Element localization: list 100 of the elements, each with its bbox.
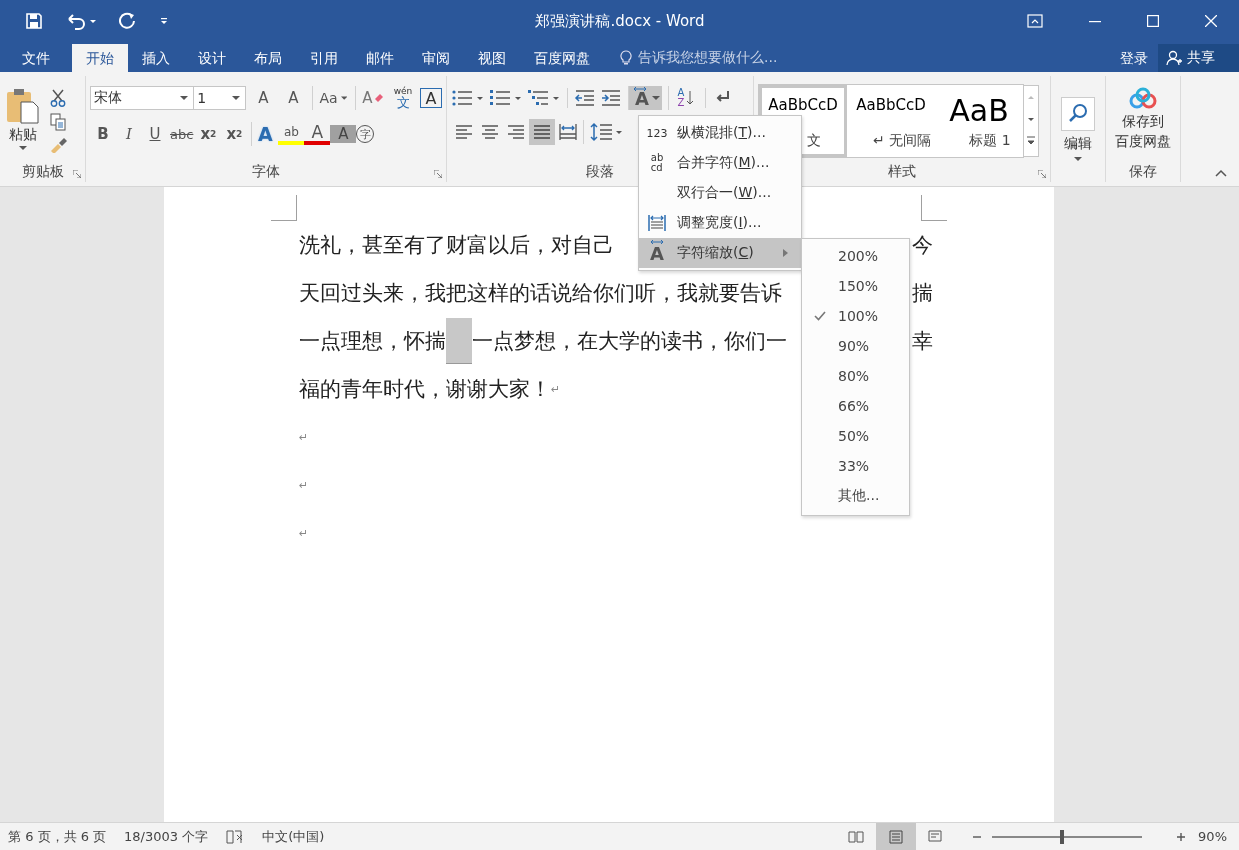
- grow-font-button[interactable]: A: [250, 86, 277, 110]
- menu-item[interactable]: 150%: [802, 271, 909, 301]
- share-button[interactable]: 共享: [1158, 44, 1239, 72]
- multilevel-list-icon[interactable]: [527, 88, 561, 108]
- document-text: 福的青年时代，谢谢大家！: [299, 376, 551, 403]
- print-view-button[interactable]: [876, 823, 917, 850]
- slider-thumb[interactable]: [1059, 829, 1064, 844]
- clear-formatting-button[interactable]: A: [355, 86, 386, 110]
- person-icon: [1166, 50, 1182, 66]
- down-arrow-icon: [686, 90, 695, 106]
- dialog-launcher-icon[interactable]: [1038, 170, 1046, 178]
- ribbon-tab[interactable]: 开始: [72, 44, 128, 72]
- collapse-ribbon-icon[interactable]: [1215, 169, 1227, 177]
- scissors-icon[interactable]: [50, 89, 66, 107]
- lightbulb-icon: [620, 50, 632, 66]
- document-text: 洗礼，甚至有了财富以后，对自己: [299, 232, 614, 259]
- search-icon: [1061, 96, 1095, 131]
- asian-layout-button[interactable]: A: [628, 86, 662, 110]
- proofing-icon[interactable]: [226, 829, 245, 844]
- align-justify-icon[interactable]: [529, 119, 555, 145]
- numbered-list-icon[interactable]: [489, 88, 523, 108]
- underline-button[interactable]: U: [142, 122, 168, 146]
- highlight-button[interactable]: ab: [278, 123, 305, 145]
- superscript-button[interactable]: x$^{2}$: [221, 122, 253, 146]
- menu-item[interactable]: 200%: [802, 241, 909, 271]
- ribbon-tab[interactable]: 文件: [0, 44, 72, 72]
- dialog-launcher-icon[interactable]: [73, 170, 81, 178]
- save-to-cloud-button[interactable]: 保存到 百度网盘: [1115, 87, 1171, 151]
- ribbon-tab[interactable]: 引用: [296, 44, 352, 72]
- editing-button[interactable]: 编辑: [1061, 96, 1095, 162]
- word-count[interactable]: 18/3003 个字: [124, 827, 209, 846]
- language-indicator[interactable]: 中文(中国): [262, 827, 325, 846]
- ribbon-tab[interactable]: 审阅: [408, 44, 464, 72]
- ribbon-display-icon[interactable]: [1027, 14, 1043, 28]
- format-painter-icon[interactable]: [50, 137, 68, 153]
- character-border-button[interactable]: A: [420, 88, 442, 108]
- italic-button[interactable]: I: [116, 122, 142, 146]
- increase-indent-icon[interactable]: [600, 88, 622, 108]
- menu-item[interactable]: 66%: [802, 391, 909, 421]
- menu-item[interactable]: 90%: [802, 331, 909, 361]
- repeat-icon[interactable]: [119, 12, 137, 30]
- shrink-font-button[interactable]: A: [280, 86, 307, 110]
- style-item[interactable]: AaB 标题 1: [935, 85, 1023, 157]
- page-count[interactable]: 第 6 页，共 6 页: [8, 827, 107, 846]
- save-icon[interactable]: [25, 12, 43, 30]
- sign-in-link[interactable]: 登录: [1110, 44, 1158, 72]
- document-text: 天回过头来，我把这样的话说给你们听，我就要告诉: [299, 280, 782, 307]
- menu-item[interactable]: 调整宽度(I)...: [639, 208, 801, 238]
- page-icon: [888, 829, 905, 844]
- document-text: 一点理想，怀揣: [299, 328, 446, 355]
- ribbon-tab[interactable]: 布局: [240, 44, 296, 72]
- menu-item[interactable]: 50%: [802, 421, 909, 451]
- decrease-indent-icon[interactable]: [567, 88, 596, 108]
- bullet-list-icon[interactable]: [451, 88, 485, 108]
- combine-characters-icon: ab cd: [650, 153, 664, 173]
- zoom-level[interactable]: 90%: [1198, 829, 1239, 844]
- crop-mark: [271, 195, 297, 221]
- paste-button[interactable]: 粘贴: [0, 83, 46, 155]
- close-icon[interactable]: [1205, 15, 1217, 27]
- menu-item[interactable]: 其他...: [802, 481, 909, 511]
- caret-icon: [1074, 156, 1082, 162]
- menu-item[interactable]: 100%: [802, 301, 909, 331]
- sort-button[interactable]: A Z: [667, 86, 699, 110]
- group-label: 字体: [252, 163, 280, 181]
- group-label: 样式: [888, 163, 916, 181]
- ribbon-tab[interactable]: 邮件: [352, 44, 408, 72]
- clipboard-icon: [6, 87, 40, 124]
- menu-item[interactable]: 33%: [802, 451, 909, 481]
- character-shading-button[interactable]: A: [330, 125, 357, 143]
- line-spacing-icon[interactable]: [583, 120, 624, 144]
- tell-me-field[interactable]: 告诉我您想要做什么...: [604, 44, 778, 72]
- window-title: 郑强演讲稿.docx - Word: [534, 11, 706, 31]
- undo-icon[interactable]: [65, 12, 97, 30]
- bold-button[interactable]: B: [90, 122, 116, 146]
- menu-item[interactable]: A 字符缩放(C): [639, 238, 801, 268]
- font-size-dropdown[interactable]: 1: [193, 86, 247, 110]
- ribbon-tab[interactable]: 设计: [184, 44, 240, 72]
- phonetic-guide-button[interactable]: wén 文: [390, 86, 416, 110]
- copy-icon[interactable]: [50, 113, 66, 131]
- dialog-launcher-icon[interactable]: [434, 170, 442, 178]
- change-case-button[interactable]: Aa: [312, 86, 349, 110]
- document-text: 今: [912, 232, 933, 259]
- menu-item[interactable]: 80%: [802, 361, 909, 391]
- ribbon-tab[interactable]: 插入: [128, 44, 184, 72]
- maximize-icon[interactable]: [1147, 15, 1159, 27]
- caret-icon: [340, 95, 347, 101]
- customize-icon[interactable]: [159, 15, 169, 27]
- zoom-in-icon[interactable]: [1176, 831, 1187, 842]
- ribbon-tab[interactable]: 百度网盘: [520, 44, 604, 72]
- group-label: 段落: [586, 163, 614, 181]
- text-effects-button[interactable]: A: [252, 122, 279, 146]
- style-item[interactable]: AaBbCcD ↵ 无间隔: [847, 85, 935, 157]
- menu-item[interactable]: 双行合一(W)...: [639, 178, 801, 208]
- document-text: 一点梦想，在大学的读书，你们一: [472, 328, 787, 355]
- document-text: 揣: [912, 280, 933, 307]
- paragraph-mark-icon[interactable]: [704, 88, 732, 108]
- font-name-dropdown[interactable]: 宋体: [90, 86, 195, 110]
- caret-icon: [232, 96, 241, 101]
- strikethrough-button[interactable]: abc: [168, 122, 196, 146]
- ribbon-tab[interactable]: 视图: [464, 44, 520, 72]
